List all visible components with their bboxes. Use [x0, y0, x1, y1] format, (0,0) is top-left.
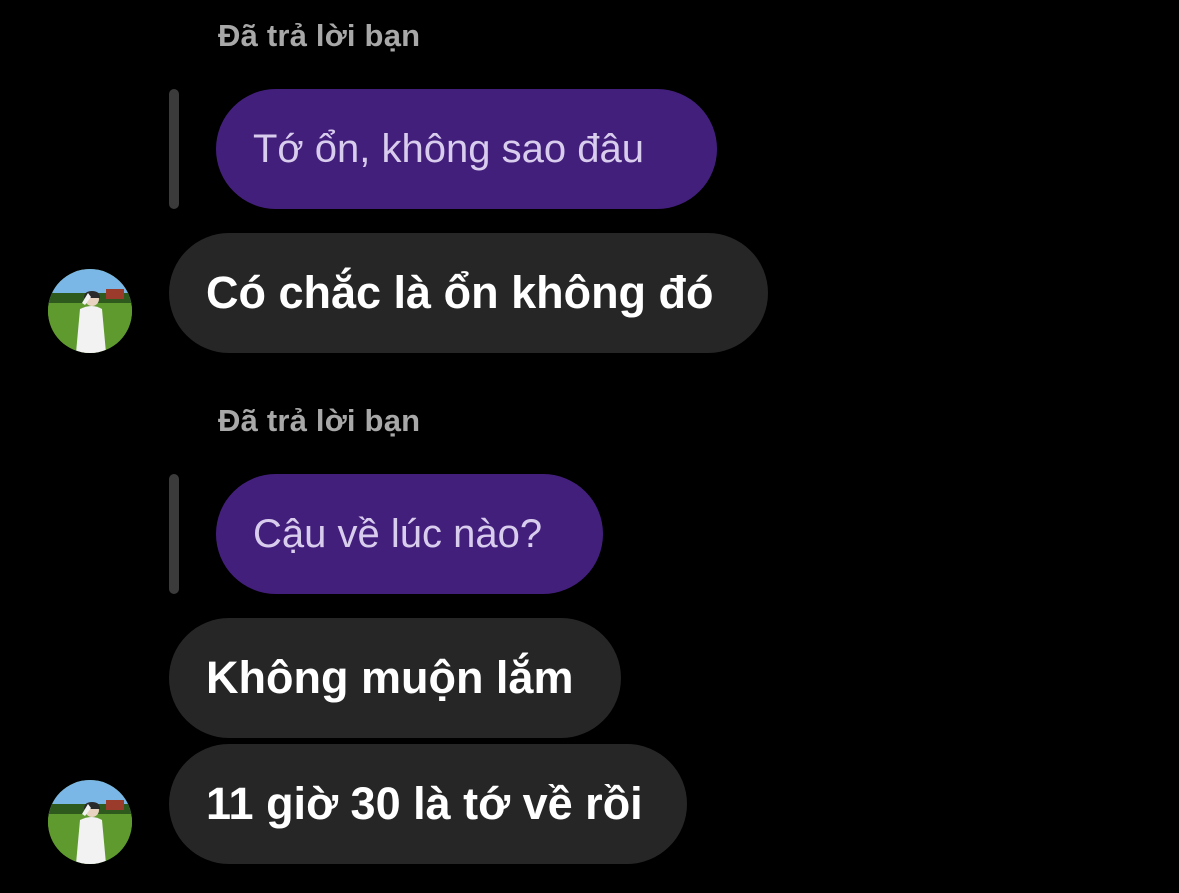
avatar-photo-icon — [48, 269, 132, 353]
message-text: Không muộn lắm — [206, 652, 574, 703]
reply-label: Đã trả lời bạn — [218, 18, 421, 53]
reply-indicator-bar — [169, 474, 179, 594]
avatar-photo-icon — [48, 780, 132, 864]
message-text: 11 giờ 30 là tớ về rồi — [206, 778, 643, 829]
avatar[interactable] — [48, 780, 132, 864]
quoted-message-text: Tớ ổn, không sao đâu — [253, 126, 644, 171]
quoted-message-bubble[interactable]: Cậu về lúc nào? — [216, 474, 603, 594]
quoted-message-text: Cậu về lúc nào? — [253, 511, 543, 556]
message-text: Có chắc là ổn không đó — [206, 267, 714, 318]
reply-indicator-bar — [169, 89, 179, 209]
incoming-message-bubble[interactable]: 11 giờ 30 là tớ về rồi — [169, 744, 687, 864]
incoming-message-bubble[interactable]: Không muộn lắm — [169, 618, 621, 738]
quoted-message-bubble[interactable]: Tớ ổn, không sao đâu — [216, 89, 717, 209]
reply-label: Đã trả lời bạn — [218, 403, 421, 438]
avatar[interactable] — [48, 269, 132, 353]
incoming-message-bubble[interactable]: Có chắc là ổn không đó — [169, 233, 768, 353]
